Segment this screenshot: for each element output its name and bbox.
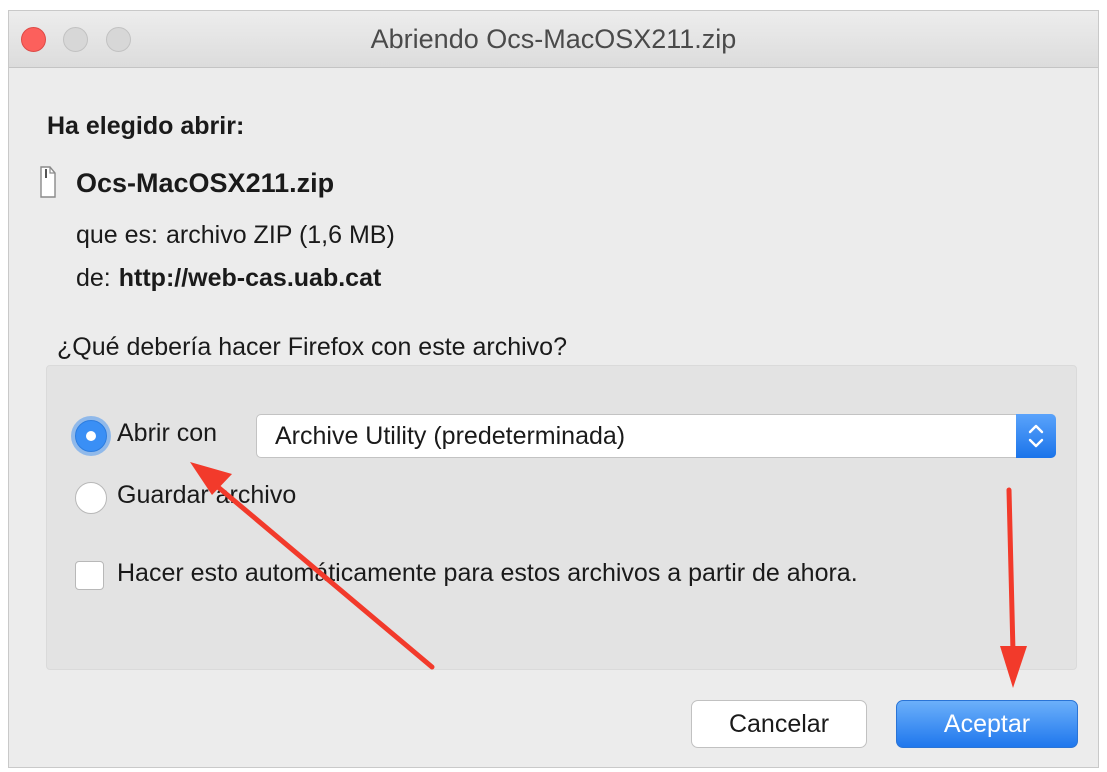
remember-choice-label[interactable]: Hacer esto automáticamente para estos ar… — [117, 559, 858, 588]
file-type-row: que es: archivo ZIP (1,6 MB) — [76, 221, 395, 250]
file-type-value: archivo ZIP (1,6 MB) — [166, 221, 395, 249]
file-source-label: de: — [76, 264, 111, 292]
action-options-group: Abrir con Archive Utility (predeterminad… — [46, 365, 1077, 670]
save-file-radio[interactable] — [75, 482, 107, 514]
file-name: Ocs-MacOSX211.zip — [76, 168, 335, 198]
file-type-label: que es: — [76, 221, 159, 249]
dialog-heading: Ha elegido abrir: — [47, 112, 245, 140]
application-select[interactable]: Archive Utility (predeterminada) — [256, 414, 1056, 458]
document-icon — [40, 166, 56, 198]
up-down-chevron-icon[interactable] — [1016, 414, 1056, 458]
title-bar: Abriendo Ocs-MacOSX211.zip — [9, 11, 1098, 68]
remember-choice-checkbox[interactable] — [75, 561, 104, 590]
save-file-label[interactable]: Guardar archivo — [117, 481, 296, 510]
file-source-row: de: http://web-cas.uab.cat — [76, 264, 381, 293]
open-with-radio[interactable] — [75, 420, 107, 452]
window-title: Abriendo Ocs-MacOSX211.zip — [370, 24, 737, 54]
file-source-value: http://web-cas.uab.cat — [118, 264, 382, 292]
accept-button[interactable]: Aceptar — [896, 700, 1078, 748]
dialog-content: Ha elegido abrir: Ocs-MacOSX211.zip que … — [9, 68, 1098, 767]
cancel-button[interactable]: Cancelar — [691, 700, 867, 748]
open-file-dialog: Abriendo Ocs-MacOSX211.zip Ha elegido ab… — [8, 10, 1099, 768]
application-select-value: Archive Utility (predeterminada) — [275, 422, 626, 450]
action-question: ¿Qué debería hacer Firefox con este arch… — [57, 333, 567, 361]
open-with-label[interactable]: Abrir con — [117, 419, 217, 448]
